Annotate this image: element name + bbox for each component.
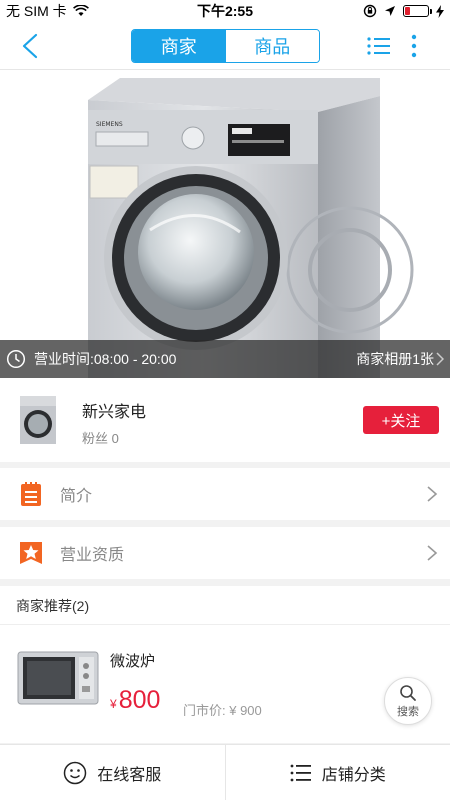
merchant-album-link[interactable]: 商家相册1张: [356, 349, 434, 369]
chevron-right-icon: [427, 545, 438, 561]
location-arrow-icon: [385, 6, 395, 16]
hero-info-bar: 营业时间:08:00 - 20:00 商家相册1张: [0, 340, 450, 378]
recommend-title: 商家推荐(2): [16, 598, 90, 614]
more-vertical-icon[interactable]: [404, 32, 424, 60]
menu-item-label: 营业资质: [60, 547, 125, 564]
currency-symbol: ¥: [110, 697, 117, 711]
menu-item-qualification[interactable]: 营业资质: [0, 527, 450, 579]
svg-text:SIEMENS: SIEMENS: [96, 121, 123, 128]
fans-count: 粉丝 0: [82, 431, 119, 446]
search-button[interactable]: 搜索: [384, 677, 432, 725]
clock-icon: [6, 349, 26, 369]
merchant-hero-image[interactable]: SIEMENS 营业时间:08:00 - 20:00 商家相册1张: [0, 70, 450, 378]
microwave-image: [17, 651, 99, 705]
chevron-right-icon: [427, 486, 438, 502]
menu-item-label: 简介: [60, 488, 93, 505]
washing-machine-image: SIEMENS: [88, 78, 414, 378]
status-time: 下午2:55: [196, 3, 254, 19]
search-icon: [400, 684, 416, 701]
document-icon: [21, 482, 41, 506]
shop-categories-label: 店铺分类: [321, 766, 386, 784]
battery-icon: [403, 5, 432, 17]
tab-products[interactable]: 商品: [225, 30, 319, 62]
carrier-label: 无 SIM 卡: [6, 3, 67, 19]
menu-item-intro[interactable]: 简介: [0, 468, 450, 520]
market-price: 门市价: ¥ 900: [183, 703, 262, 718]
status-bar: 无 SIM 卡 下午2:55: [0, 0, 450, 22]
tab-merchant[interactable]: 商家: [132, 30, 226, 62]
smiley-icon: [63, 761, 87, 784]
search-label: 搜索: [397, 705, 419, 718]
bottom-bar: 在线客服 店铺分类: [0, 744, 450, 800]
shop-categories-button[interactable]: 店铺分类: [226, 745, 450, 800]
merchant-recommendations: 商家推荐(2) 微波炉 ¥ 800 门市价: ¥ 900: [0, 586, 450, 743]
online-service-label: 在线客服: [97, 766, 162, 784]
wifi-icon: [72, 5, 89, 16]
star-badge-icon: [20, 542, 42, 564]
online-service-button[interactable]: 在线客服: [0, 745, 225, 800]
segmented-control: 商家 商品: [131, 29, 320, 63]
nav-bar: 商家 商品: [0, 22, 450, 70]
product-name: 微波炉: [110, 653, 156, 670]
divider: [0, 624, 450, 625]
product-price: ¥ 800: [110, 686, 160, 715]
list-icon[interactable]: [366, 34, 392, 58]
shop-name: 新兴家电: [82, 404, 147, 421]
list-icon: [290, 764, 311, 781]
price-amount: 800: [118, 686, 161, 714]
follow-button[interactable]: +关注: [363, 406, 439, 434]
back-chevron-icon[interactable]: [14, 30, 46, 62]
charging-bolt-icon: [436, 4, 444, 18]
shop-info-row: 新兴家电 粉丝 0 +关注: [0, 378, 450, 462]
chevron-right-icon: [436, 352, 444, 366]
business-hours: 营业时间:08:00 - 20:00: [34, 351, 177, 367]
rotation-lock-icon: [363, 4, 377, 18]
shop-logo[interactable]: [16, 392, 60, 448]
